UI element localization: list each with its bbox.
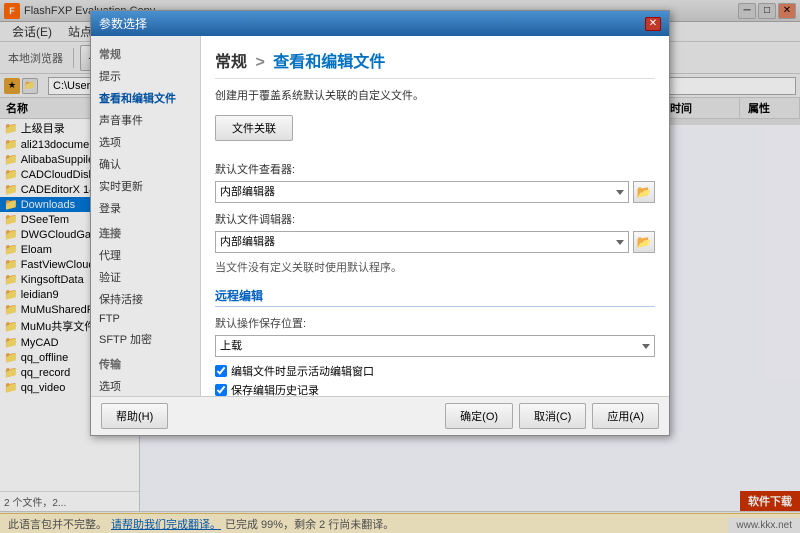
check-show-editor-row: 编辑文件时显示活动编辑窗口 — [215, 363, 655, 379]
sidebar-item-update[interactable]: 实时更新 — [91, 175, 200, 197]
dialog-overlay: 参数选择 ✕ 常规 提示 查看和编辑文件 声音事件 选项 确认 实时更新 登录 … — [0, 0, 800, 533]
apply-button[interactable]: 应用(A) — [592, 403, 659, 429]
dialog-footer: 帮助(H) 确定(O) 取消(C) 应用(A) — [91, 396, 669, 435]
sidebar-section-transfer: 传输 — [91, 350, 200, 375]
dialog-sidebar: 常规 提示 查看和编辑文件 声音事件 选项 确认 实时更新 登录 连接 代理 验… — [91, 36, 201, 396]
cancel-button[interactable]: 取消(C) — [519, 403, 586, 429]
sidebar-item-keepalive[interactable]: 保持活接 — [91, 288, 200, 310]
editor-select[interactable]: 内部编辑器 — [215, 231, 629, 253]
dialog-title-text: 参数选择 — [99, 15, 147, 32]
help-button[interactable]: 帮助(H) — [101, 403, 168, 429]
sidebar-section-connect: 连接 — [91, 219, 200, 244]
dialog-content: 常规 > 查看和编辑文件 创建用于覆盖系统默认关联的自定义文件。 文件关联 默认… — [201, 36, 669, 396]
sidebar-item-options[interactable]: 选项 — [91, 131, 200, 153]
save-loc-select-row: 上载 — [215, 335, 655, 357]
dialog-title-bar: 参数选择 ✕ — [91, 11, 669, 36]
breadcrumb: 常规 > 查看和编辑文件 — [215, 48, 655, 79]
save-loc-select[interactable]: 上载 — [215, 335, 655, 357]
no-assoc-text: 当文件没有定义关联时使用默认程序。 — [215, 259, 655, 275]
footer-buttons-right: 确定(O) 取消(C) 应用(A) — [445, 403, 659, 429]
breadcrumb-sep: > — [255, 54, 269, 71]
sidebar-item-login[interactable]: 登录 — [91, 197, 200, 219]
save-loc-label: 默认操作保存位置: — [215, 315, 655, 331]
sidebar-item-tips[interactable]: 提示 — [91, 65, 200, 87]
viewer-browse-button[interactable]: 📂 — [633, 181, 655, 203]
sidebar-section-general: 常规 — [91, 40, 200, 65]
check-show-editor[interactable] — [215, 365, 227, 377]
viewer-select-row: 内部编辑器 📂 — [215, 181, 655, 203]
breadcrumb-child: 查看和编辑文件 — [273, 54, 385, 71]
ok-button[interactable]: 确定(O) — [445, 403, 513, 429]
viewer-select[interactable]: 内部编辑器 — [215, 181, 629, 203]
editor-browse-button[interactable]: 📂 — [633, 231, 655, 253]
check-save-history-row: 保存编辑历史记录 — [215, 382, 655, 396]
breadcrumb-parent: 常规 — [215, 54, 247, 71]
sidebar-item-ftp[interactable]: FTP — [91, 310, 200, 328]
file-assoc-button[interactable]: 文件关联 — [215, 115, 293, 141]
sidebar-item-confirm[interactable]: 确认 — [91, 153, 200, 175]
content-description: 创建用于覆盖系统默认关联的自定义文件。 — [215, 87, 655, 103]
dialog-body: 常规 提示 查看和编辑文件 声音事件 选项 确认 实时更新 登录 连接 代理 验… — [91, 36, 669, 396]
check-show-editor-label: 编辑文件时显示活动编辑窗口 — [231, 363, 374, 379]
viewer-label: 默认文件查看器: — [215, 161, 655, 177]
check-save-history-label: 保存编辑历史记录 — [231, 382, 319, 396]
sidebar-item-proxy[interactable]: 代理 — [91, 244, 200, 266]
remote-edit-section-title: 远程编辑 — [215, 287, 655, 307]
sidebar-item-transfer-options[interactable]: 选项 — [91, 375, 200, 396]
editor-label: 默认文件调辑器: — [215, 211, 655, 227]
editor-select-row: 内部编辑器 📂 — [215, 231, 655, 253]
dialog-close-button[interactable]: ✕ — [645, 17, 661, 31]
sidebar-item-view-edit[interactable]: 查看和编辑文件 — [91, 87, 200, 109]
sidebar-item-sound[interactable]: 声音事件 — [91, 109, 200, 131]
sidebar-item-auth[interactable]: 验证 — [91, 266, 200, 288]
check-save-history[interactable] — [215, 384, 227, 396]
preferences-dialog: 参数选择 ✕ 常规 提示 查看和编辑文件 声音事件 选项 确认 实时更新 登录 … — [90, 10, 670, 436]
sidebar-item-sftp[interactable]: SFTP 加密 — [91, 328, 200, 350]
